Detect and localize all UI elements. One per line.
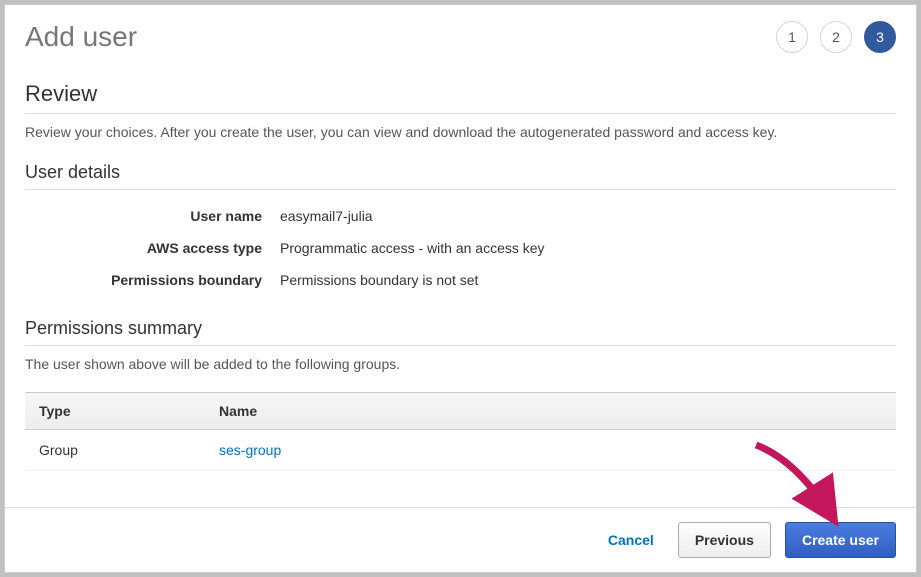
table-row: Group ses-group bbox=[25, 430, 896, 471]
previous-button[interactable]: Previous bbox=[678, 522, 771, 558]
cell-name-link[interactable]: ses-group bbox=[205, 430, 896, 471]
permissions-table: Type Name Group ses-group bbox=[25, 392, 896, 471]
review-heading: Review bbox=[25, 81, 896, 114]
detail-row-username: User name easymail7-julia bbox=[25, 200, 896, 232]
col-type: Type bbox=[25, 393, 205, 430]
user-details-list: User name easymail7-julia AWS access typ… bbox=[25, 200, 896, 296]
user-details-heading: User details bbox=[25, 162, 896, 190]
col-name: Name bbox=[205, 393, 896, 430]
cancel-button[interactable]: Cancel bbox=[598, 524, 664, 556]
step-2[interactable]: 2 bbox=[820, 21, 852, 53]
detail-row-permissions-boundary: Permissions boundary Permissions boundar… bbox=[25, 264, 896, 296]
value-access-type: Programmatic access - with an access key bbox=[280, 240, 545, 256]
value-permissions-boundary: Permissions boundary is not set bbox=[280, 272, 478, 288]
add-user-wizard: Add user 1 2 3 Review Review your choice… bbox=[4, 4, 917, 573]
wizard-footer: Cancel Previous Create user bbox=[5, 507, 916, 572]
permissions-summary-description: The user shown above will be added to th… bbox=[25, 356, 896, 372]
label-username: User name bbox=[25, 208, 280, 224]
create-user-button[interactable]: Create user bbox=[785, 522, 896, 558]
label-access-type: AWS access type bbox=[25, 240, 280, 256]
step-indicator: 1 2 3 bbox=[776, 21, 896, 53]
page-title: Add user bbox=[25, 21, 137, 53]
cell-type: Group bbox=[25, 430, 205, 471]
value-username: easymail7-julia bbox=[280, 208, 373, 224]
label-permissions-boundary: Permissions boundary bbox=[25, 272, 280, 288]
step-3[interactable]: 3 bbox=[864, 21, 896, 53]
content-area: Add user 1 2 3 Review Review your choice… bbox=[5, 5, 916, 507]
table-header-row: Type Name bbox=[25, 393, 896, 430]
header-row: Add user 1 2 3 bbox=[25, 21, 896, 53]
step-1[interactable]: 1 bbox=[776, 21, 808, 53]
detail-row-access-type: AWS access type Programmatic access - wi… bbox=[25, 232, 896, 264]
review-description: Review your choices. After you create th… bbox=[25, 124, 896, 140]
permissions-summary-heading: Permissions summary bbox=[25, 318, 896, 346]
